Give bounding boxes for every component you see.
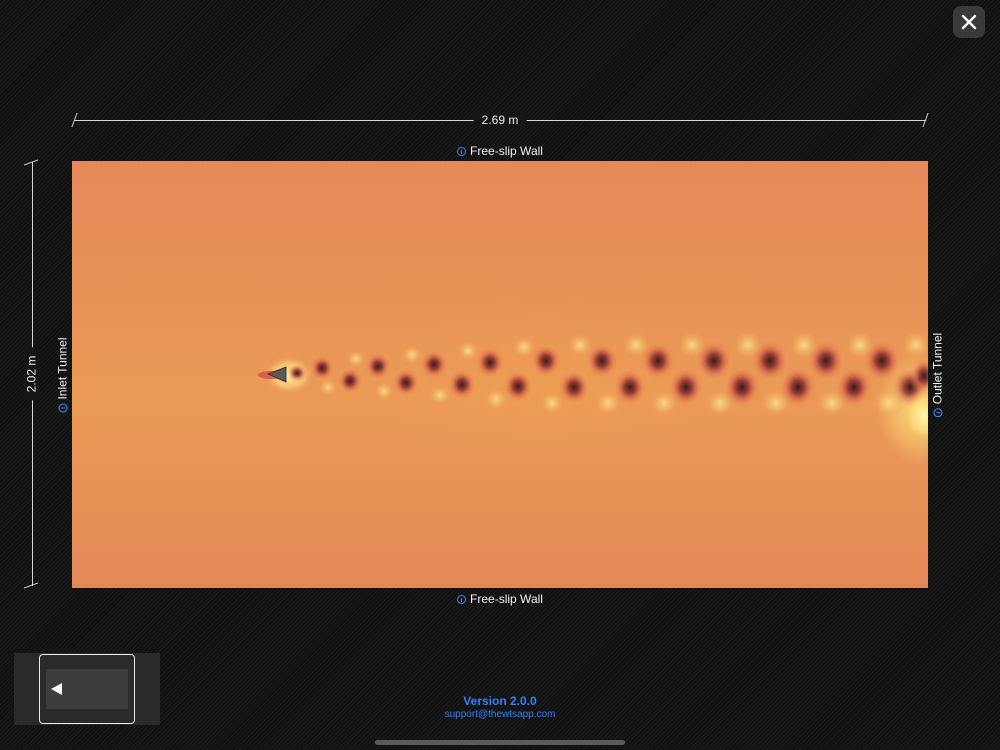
wake-vortex-dark [448,369,476,400]
wake-vortex-dark [530,344,562,378]
wake-vortex-light [318,378,338,397]
wake-vortex-dark [808,340,844,381]
wake-vortex-light [345,349,367,369]
wake-vortex-dark [393,368,419,397]
close-button[interactable] [953,6,985,38]
top-boundary-text: Free-slip Wall [470,144,543,158]
wake-vortex-dark [668,368,704,407]
wake-vortex-dark [724,367,760,408]
bottom-boundary-label[interactable]: Free-slip Wall [457,592,543,607]
info-icon [457,147,467,156]
play-left-icon[interactable] [51,683,62,695]
wake-vortex-dark [503,370,533,403]
simulation-field[interactable] [72,161,928,588]
outlet-boundary-label[interactable]: Outlet Tunnel [930,332,946,418]
close-icon [961,14,977,30]
support-email-link[interactable]: support@thewtsapp.com [445,709,556,720]
wake-vortex-dark [475,347,505,379]
home-indicator[interactable] [375,740,625,745]
top-boundary-label[interactable]: Free-slip Wall [457,144,543,159]
wake-vortex-light [428,384,452,406]
wake-vortex-dark [864,340,900,381]
wake-vortex-light [373,381,395,402]
wake-vortex-dark [337,368,363,394]
wake-vortex-light [401,344,423,366]
inlet-boundary-label[interactable]: Inlet Tunnel [55,337,71,413]
wake-vortex-dark [365,352,391,380]
info-icon [457,595,467,604]
wake-vortex-dark [836,367,872,408]
obstacle-near-vortex [287,364,307,382]
wake-vortex-dark [696,341,732,381]
info-icon [58,403,68,413]
bottom-boundary-text: Free-slip Wall [470,592,543,606]
outlet-boundary-text: Outlet Tunnel [930,332,945,405]
wake-vortex-dark [752,340,788,381]
wake-vortex-dark [558,370,590,405]
version-label: Version 2.0.0 [463,694,537,708]
wake-vortex-dark [613,369,647,406]
vortex-group [310,329,928,444]
wake-vortex-dark [641,342,675,380]
wake-vortex-dark [780,367,816,408]
height-dimension: 2.02 m [24,159,40,589]
info-icon [933,408,943,418]
width-dimension-label: 2.69 m [473,113,527,128]
wake-vortex-dark [420,350,448,379]
width-dimension: 2.69 m [71,113,929,129]
wake-vortex-light [900,329,928,360]
vortex-street-visual [258,329,928,444]
height-dimension-label: 2.02 m [24,347,40,401]
inlet-boundary-text: Inlet Tunnel [55,337,70,400]
wake-vortex-dark [586,343,618,379]
